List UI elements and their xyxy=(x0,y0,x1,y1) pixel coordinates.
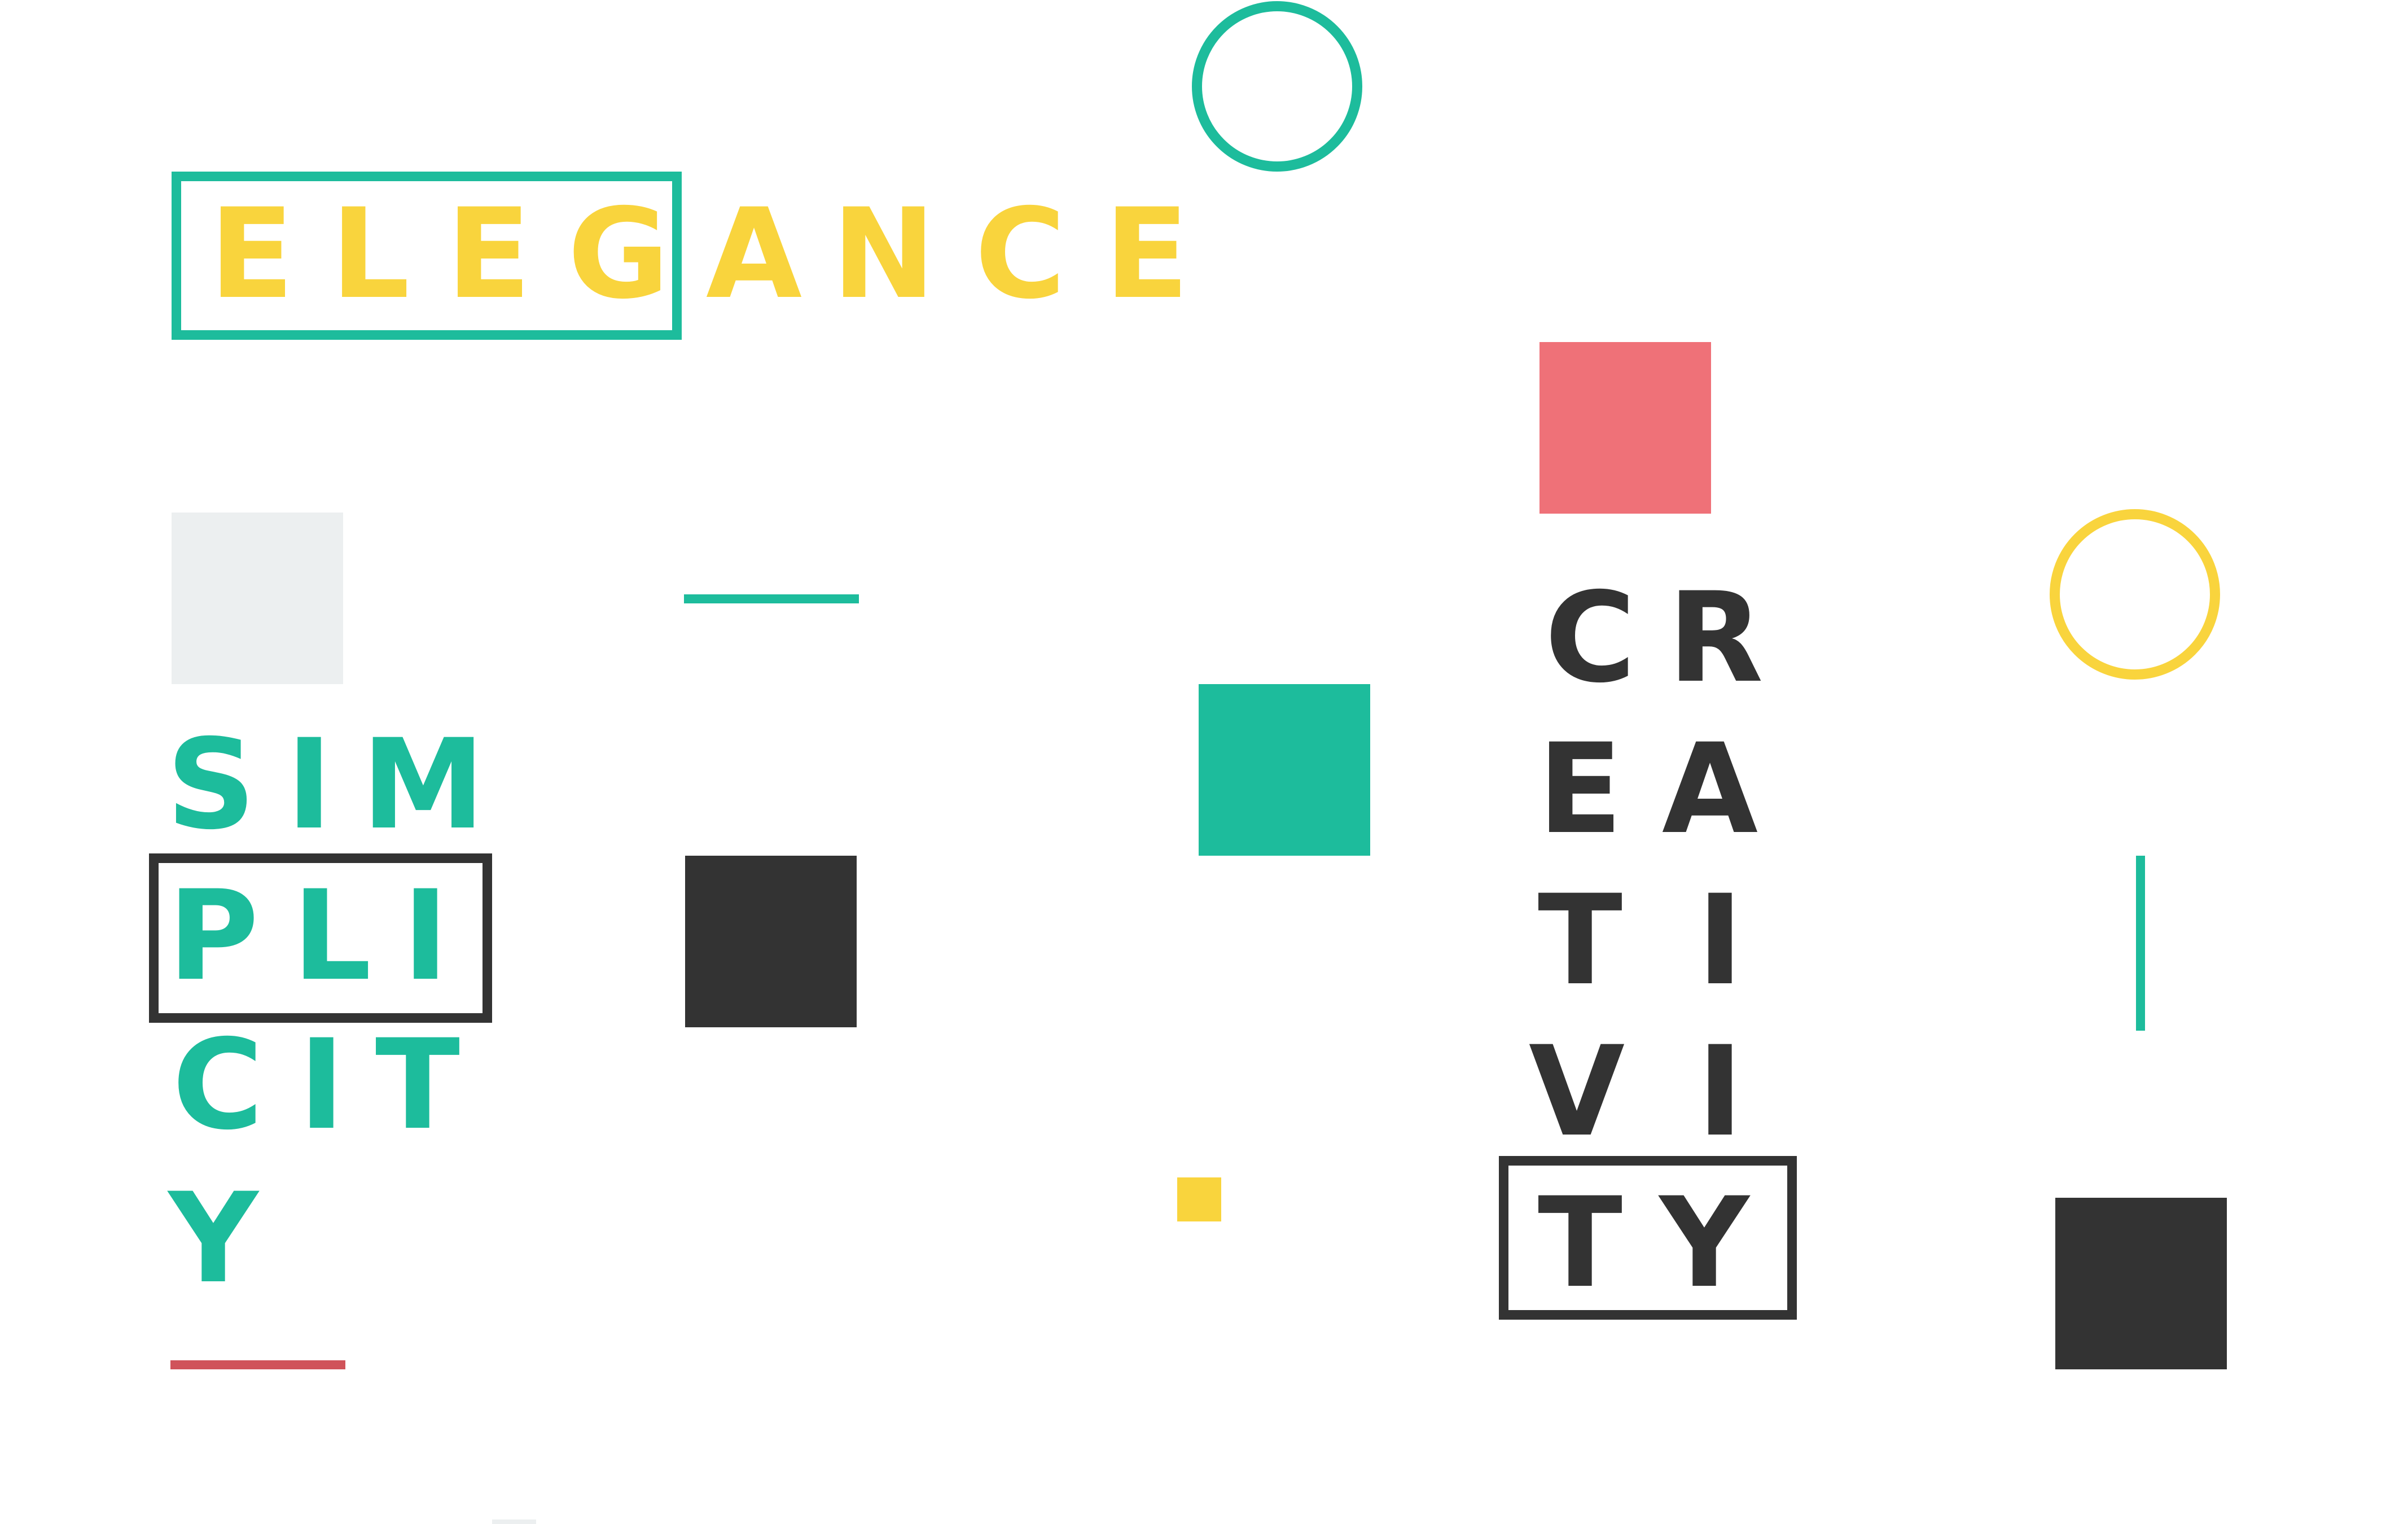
elegance-letter: E xyxy=(446,182,532,326)
small-light-gray-square xyxy=(492,1519,536,1524)
elegance-letter: C xyxy=(975,182,1066,326)
creativity-letter: I xyxy=(1697,1019,1743,1164)
teal-vertical-line xyxy=(2136,856,2145,1031)
teal-outline-circle xyxy=(1192,1,1362,172)
coral-square xyxy=(1539,342,1711,514)
light-gray-square xyxy=(172,513,343,684)
creativity-letter: R xyxy=(1668,566,1764,710)
creativity-letter: V xyxy=(1528,1019,1625,1164)
teal-horizontal-line xyxy=(684,594,859,603)
elegance-letter: G xyxy=(567,182,670,326)
creativity-letter: E xyxy=(1537,717,1623,861)
elegance-letter: N xyxy=(831,182,936,326)
elegance-letter: E xyxy=(1104,182,1190,326)
dark-square-center xyxy=(685,856,857,1027)
simplicity-letter: M xyxy=(361,712,485,857)
creativity-letter: I xyxy=(1697,868,1743,1013)
simplicity-letter: Y xyxy=(168,1166,258,1311)
creativity-letter: T xyxy=(1537,868,1623,1013)
simplicity-letter: T xyxy=(375,1013,460,1157)
creativity-letter: C xyxy=(1545,566,1636,710)
yellow-outline-circle xyxy=(2050,509,2220,680)
elegance-letter: A xyxy=(705,182,802,326)
creativity-letter: T xyxy=(1537,1171,1623,1315)
creativity-letter: A xyxy=(1661,717,1758,861)
red-horizontal-line xyxy=(170,1360,345,1369)
creativity-letter: Y xyxy=(1659,1171,1749,1315)
simplicity-letter: I xyxy=(286,712,332,857)
simplicity-letter: I xyxy=(402,864,449,1008)
small-yellow-square xyxy=(1177,1177,1221,1221)
simplicity-letter: P xyxy=(168,864,259,1008)
teal-square xyxy=(1199,684,1370,856)
dark-square-right xyxy=(2055,1198,2227,1369)
elegance-letter: L xyxy=(330,182,410,326)
elegance-letter: E xyxy=(209,182,295,326)
typography-canvas: E L E G A N C E S I M P L I C I T Y C R … xyxy=(0,0,2408,1524)
